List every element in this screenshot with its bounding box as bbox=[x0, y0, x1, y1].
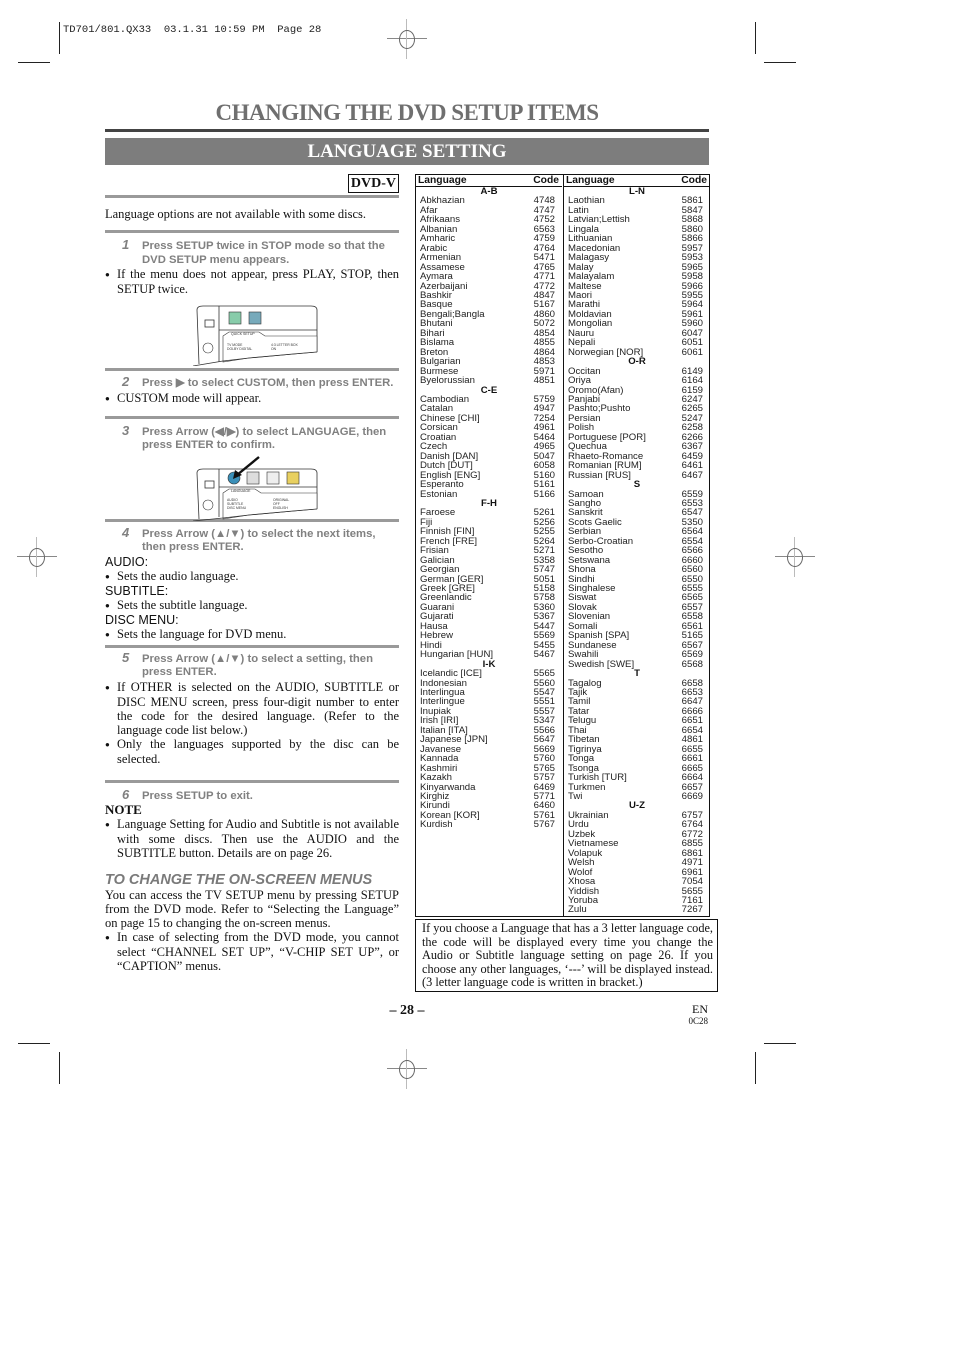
registration-mark-icon bbox=[387, 19, 427, 59]
disc-menu-bullet: Sets the language for DVD menu. bbox=[105, 627, 399, 642]
language-name: Swedish [SWE] bbox=[568, 658, 635, 670]
document-code: 0C28 bbox=[688, 1016, 708, 1026]
tv-icon bbox=[204, 319, 215, 328]
svg-text:DISC MENU: DISC MENU bbox=[227, 506, 247, 510]
audio-label: AUDIO: bbox=[105, 554, 149, 569]
note-bullet: Language Setting for Audio and Subtitle … bbox=[105, 817, 399, 860]
svg-text:QUICK SETUP: QUICK SETUP bbox=[231, 332, 255, 336]
table-column-left: Language Code A-B Abkhazian 4748 Afar 4747 Af… bbox=[416, 175, 562, 916]
table-row: Zulu 7267 bbox=[564, 904, 710, 916]
note-label: NOTE bbox=[105, 802, 142, 817]
language-code: 6568 bbox=[681, 658, 703, 670]
registration-mark-icon bbox=[387, 1049, 427, 1089]
speaker-icon bbox=[266, 471, 280, 484]
custom-icon bbox=[228, 311, 242, 325]
print-slug: TD701/801.QX33 03.1.31 10:59 PM Page 28 bbox=[63, 24, 322, 36]
header-language: Language bbox=[566, 175, 615, 186]
language-code: 6669 bbox=[681, 791, 703, 802]
header-code: Code bbox=[533, 175, 559, 186]
divider bbox=[105, 644, 399, 648]
language-name: Byelorussian bbox=[420, 375, 475, 387]
svg-text:ENGLISH: ENGLISH bbox=[273, 506, 288, 510]
svg-text:LANGUAGE: LANGUAGE bbox=[231, 489, 251, 493]
dpad-icon bbox=[202, 499, 214, 510]
subtitle-label: SUBTITLE: bbox=[105, 583, 169, 598]
language-code-table: Language Code A-B Abkhazian 4748 Afar 4747 Af… bbox=[415, 174, 710, 917]
section-banner: LANGUAGE SETTING bbox=[105, 138, 709, 165]
language-code: 4851 bbox=[533, 375, 555, 387]
step-4: 4 Press Arrow (▲/▼) to select the next it… bbox=[122, 524, 376, 553]
divider bbox=[105, 779, 399, 783]
crop-mark bbox=[764, 1043, 796, 1044]
language-code: 5467 bbox=[533, 649, 555, 661]
intro-text: Language options are not available with … bbox=[105, 207, 367, 221]
onscreen-menus-bullet: In case of selecting from the DVD mode, … bbox=[105, 930, 399, 973]
display-icon bbox=[246, 471, 260, 484]
crop-mark bbox=[59, 22, 60, 54]
step-2-bullet: CUSTOM mode will appear. bbox=[105, 391, 399, 406]
tv-icon bbox=[204, 480, 215, 488]
crop-mark bbox=[755, 1052, 756, 1084]
step-2: 2 Press ▶ to select CUSTOM, then press EN… bbox=[122, 374, 394, 389]
audio-bullet: Sets the audio language. bbox=[105, 569, 399, 584]
registration-mark-icon bbox=[775, 537, 815, 577]
three-letter-code-info-box: If you choose a Language that has a 3 le… bbox=[415, 919, 718, 992]
svg-text:DOLBY DIGITAL: DOLBY DIGITAL bbox=[227, 347, 252, 351]
dvd-v-badge: DVD-V bbox=[347, 174, 399, 193]
step-5-bullet-2: Only the languages supported by the disc… bbox=[105, 737, 399, 766]
crop-mark bbox=[18, 62, 50, 63]
header-code: Code bbox=[681, 175, 707, 186]
divider bbox=[105, 368, 399, 371]
language-name: Kurdish bbox=[420, 819, 453, 831]
language-marker: EN bbox=[692, 1002, 708, 1016]
language-name: Twi bbox=[568, 791, 583, 802]
crop-mark bbox=[59, 1052, 60, 1084]
language-name: Estonian bbox=[420, 488, 458, 500]
page-title: CHANGING THE DVD SETUP ITEMS bbox=[215, 100, 599, 125]
table-row: Kurdish 5767 bbox=[416, 819, 562, 831]
instructions-column: DVD-V Language options are not available… bbox=[105, 172, 399, 973]
step-5-bullet-1: If OTHER is selected on the AUDIO, SUBTI… bbox=[105, 680, 399, 737]
lock-icon bbox=[286, 471, 300, 484]
crop-mark bbox=[764, 62, 796, 63]
page-number: – 28 – bbox=[389, 1003, 425, 1018]
title-rule bbox=[105, 129, 709, 132]
language-name: Russian [RUS] bbox=[568, 469, 631, 481]
svg-text:ON: ON bbox=[271, 347, 277, 351]
step-1-bullet: If the menu does not appear, press PLAY,… bbox=[105, 267, 399, 296]
quick-icon bbox=[248, 311, 262, 325]
dpad-icon bbox=[202, 342, 214, 354]
header-language: Language bbox=[418, 175, 467, 186]
step-3: 3 Press Arrow (◀/▶) to select LANGUAGE, t… bbox=[122, 422, 387, 451]
language-name: Zulu bbox=[568, 904, 587, 916]
step-5: 5 Press Arrow (▲/▼) to select a setting, … bbox=[122, 649, 373, 678]
divider bbox=[105, 415, 399, 419]
step-1: 1 Press SETUP twice in STOP mode so that … bbox=[122, 237, 385, 266]
step-6: 6 Press SETUP to exit. bbox=[122, 786, 253, 802]
crop-mark bbox=[18, 1043, 50, 1044]
registration-mark-icon bbox=[17, 537, 57, 577]
crop-mark bbox=[755, 22, 756, 54]
language-code: 6467 bbox=[681, 469, 703, 481]
divider bbox=[105, 230, 399, 233]
subtitle-bullet: Sets the subtitle language. bbox=[105, 598, 399, 613]
disc-menu-label: DISC MENU: bbox=[105, 612, 179, 627]
language-code: 6061 bbox=[681, 346, 703, 358]
language-screen: LANGUAGE AUDIO SUBTITLE DISC MENU ORIGIN… bbox=[193, 455, 321, 521]
divider bbox=[105, 195, 399, 198]
table-column-right: Language Code L-N Laothian 5861 Latin 5847 La… bbox=[563, 175, 710, 916]
language-code: 7267 bbox=[681, 904, 703, 916]
language-code: 5166 bbox=[533, 488, 555, 500]
language-code: 5767 bbox=[533, 819, 555, 831]
onscreen-menus-paragraph: You can access the TV SETUP menu by pres… bbox=[105, 888, 399, 930]
quick-setup-screen: QUICK SETUP TV MODE DOLBY DIGITAL 4:3 LE… bbox=[193, 304, 321, 366]
onscreen-menus-heading: TO CHANGE THE ON-SCREEN MENUS bbox=[105, 872, 373, 888]
